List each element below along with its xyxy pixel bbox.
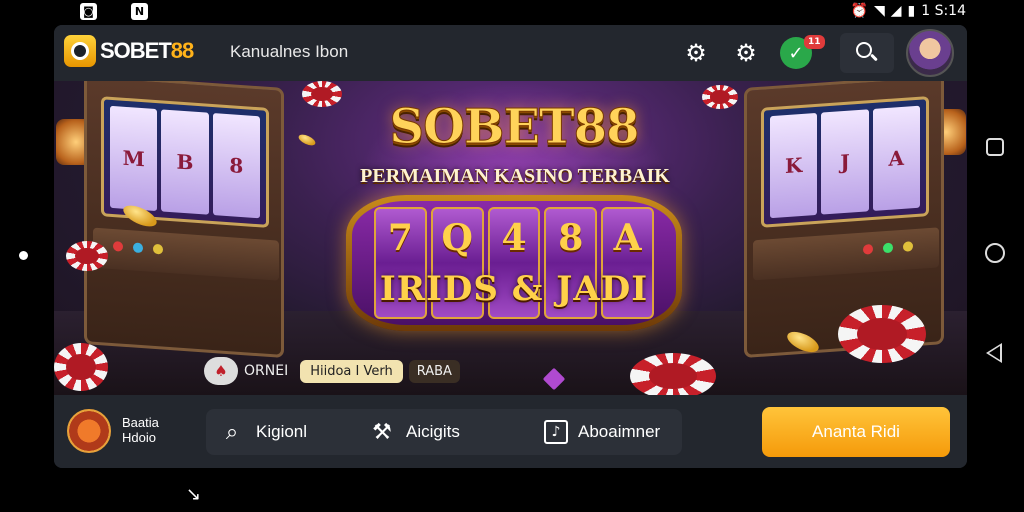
segment-search[interactable]: ⌕ Kigionl [206, 409, 356, 455]
jackpot-reel-symbol: A [613, 217, 642, 259]
logo-text: SOBET88 [100, 38, 195, 64]
promo-badge: 11 [804, 35, 825, 49]
segment-label: Aicigits [406, 422, 460, 441]
segment-label: Aboaimner [578, 422, 661, 441]
notification-app-icon-2: N [131, 3, 148, 20]
jackpot-reels-inner: 7 Q 4 8 A IRIDS & JADI [352, 201, 676, 325]
slot-button [153, 243, 163, 255]
side-nav-dot [19, 251, 28, 260]
poker-chip-icon [302, 81, 342, 107]
jackpot-reel-symbol: 7 [387, 217, 413, 259]
segment-tools[interactable]: ⚒ Aicigits [356, 409, 532, 455]
slot-machine-left: M B 8 [84, 81, 284, 358]
slot-reel: J [821, 109, 869, 215]
poker-chip-icon [54, 343, 108, 391]
slot-reel: K [770, 112, 818, 219]
slot-screen-right: K J A [761, 96, 929, 228]
user-avatar[interactable] [906, 29, 954, 77]
gold-coin-icon [297, 132, 317, 148]
status-right-icons: ⏰ ◥ ◢ ▮ 1 S:14 [851, 3, 967, 19]
notification-app-icon: ◙ [80, 3, 97, 20]
jackpot-caption: IRIDS & JADI [379, 269, 649, 309]
poker-chip-icon [838, 305, 926, 363]
hero-subtitle: PERMAIMAN KASINO TERBAIK [360, 165, 670, 187]
app-header: SOBET88 Kanualnes Ibon ⚙ ⚙ ✓ 11 [54, 25, 967, 81]
slot-reel: M [110, 105, 158, 212]
jackpot-reel-symbol: 4 [501, 217, 527, 259]
slot-deck-right [753, 227, 939, 281]
app-window: SOBET88 Kanualnes Ibon ⚙ ⚙ ✓ 11 M B 8 K … [54, 25, 967, 468]
music-note-icon: ♪ [544, 420, 568, 444]
bottom-segment-control: ⌕ Kigionl ⚒ Aicigits ♪ Aboaimner [206, 409, 682, 455]
jackpot-reel-symbol: Q [441, 217, 473, 259]
battery-icon: ▮ [907, 3, 916, 19]
back-button[interactable] [986, 343, 1002, 363]
profile-label[interactable]: Baatia Hdoio [122, 415, 159, 445]
alarm-icon: ⏰ [850, 3, 868, 19]
slot-button [113, 241, 123, 252]
logo-text-main: SOBET [100, 38, 172, 63]
recents-button[interactable] [986, 138, 1004, 156]
slot-button [133, 242, 143, 254]
spade-icon: ♠ [204, 357, 238, 385]
poker-chip-icon [66, 241, 108, 271]
slot-button [863, 243, 873, 255]
bottom-bar: Baatia Hdoio ⌕ Kigionl ⚒ Aicigits ♪ Aboa… [54, 395, 967, 468]
slot-reel: B [161, 109, 209, 215]
home-button[interactable] [985, 243, 1005, 263]
jackpot-reels: 7 Q 4 8 A IRIDS & JADI [346, 195, 682, 331]
settings-gear-icon-2[interactable]: ⚙ [732, 39, 760, 67]
profile-line-1: Baatia [122, 415, 159, 430]
hero-banner[interactable]: M B 8 K J A SOBET88 PERMAIMAN KASINO TER… [54, 81, 967, 395]
cta-button[interactable]: Ananta Ridi [762, 407, 950, 457]
ticker-pill-secondary[interactable]: RABA [408, 359, 460, 383]
status-time: 1 S:14 [921, 3, 966, 19]
slot-deck-left [93, 227, 279, 281]
tools-icon: ⚒ [372, 419, 392, 445]
signal-icon: ◢ [890, 3, 902, 19]
header-title: Kanualnes Ibon [230, 42, 349, 61]
search-icon: ⌕ [225, 419, 239, 445]
ticker-pill[interactable]: Hiidoa I Verh [300, 359, 403, 383]
poker-chip-icon [702, 85, 738, 109]
hero-title: SOBET88 [389, 99, 640, 156]
slot-reel: A [872, 105, 920, 211]
status-bar: ◙ N ⏰ ◥ ◢ ▮ 1 S:14 [0, 0, 1024, 24]
profile-avatar[interactable] [67, 409, 111, 453]
logo-mark-icon [64, 35, 96, 67]
settings-gear-icon[interactable]: ⚙ [682, 39, 710, 67]
segment-music[interactable]: ♪ Aboaimner [532, 409, 682, 455]
ticker-text: ORNEI [244, 363, 289, 379]
search-icon [856, 42, 872, 58]
hero-ticker: ♠ ORNEI Hiidoa I Verh RABA [204, 357, 460, 385]
wifi-icon: ◥ [873, 3, 885, 19]
resize-arrow-icon[interactable]: ↘ [186, 484, 201, 505]
search-button[interactable] [840, 33, 894, 73]
profile-line-2: Hdoio [122, 430, 156, 445]
slot-reel: 8 [212, 113, 260, 219]
slot-button [903, 241, 913, 252]
jackpot-reel-symbol: 8 [558, 217, 584, 259]
logo-text-accent: 88 [170, 38, 195, 63]
status-left-icons: ◙ N [80, 3, 148, 20]
slot-button [883, 242, 893, 254]
poker-chip-icon [630, 353, 716, 395]
logo[interactable]: SOBET88 [64, 35, 195, 67]
segment-label: Kigionl [256, 422, 308, 441]
